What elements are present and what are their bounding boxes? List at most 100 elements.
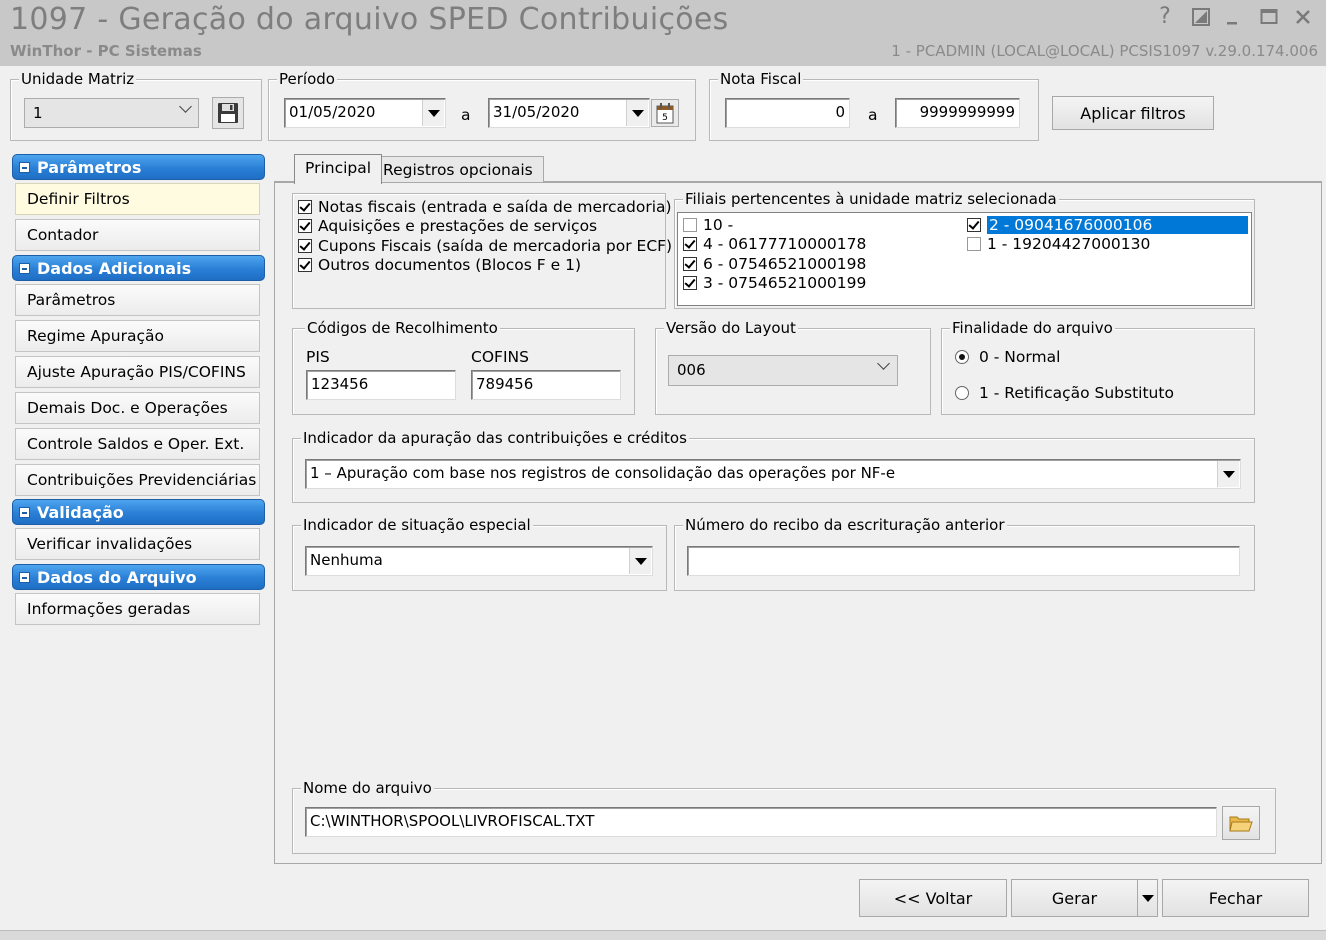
documentos-list: Notas fiscais (entrada e saída de mercad… [298, 197, 672, 275]
periodo-separator: a [461, 106, 471, 124]
indicador-apuracao-select[interactable]: 1 – Apuração com base nos registros de c… [305, 459, 1241, 489]
unidade-matriz-select[interactable]: 1 [24, 98, 199, 128]
checkbox-checked-icon[interactable] [967, 217, 981, 232]
situacao-dropdown[interactable] [629, 548, 651, 574]
versao-select[interactable]: 006 [668, 355, 898, 386]
documento-aquisicoes[interactable]: Aquisições e prestações de serviços [298, 217, 672, 237]
sidebar-header-parametros[interactable]: Parâmetros [12, 154, 265, 180]
checkbox-checked-icon[interactable] [298, 238, 312, 253]
user-info: 1 - PCADMIN (LOCAL@LOCAL) PCSIS1097 v.29… [891, 42, 1318, 60]
documento-outros[interactable]: Outros documentos (Blocos F e 1) [298, 256, 672, 276]
gerar-dropdown-button[interactable] [1137, 879, 1158, 917]
chevron-down-icon [877, 357, 890, 370]
dropdown-arrow-icon [427, 109, 440, 117]
sidebar-header-dados-arquivo[interactable]: Dados do Arquivo [12, 564, 265, 590]
sidebar-header-label: Parâmetros [37, 158, 142, 177]
checkbox-unchecked-icon[interactable] [683, 217, 697, 232]
voltar-label: << Voltar [893, 888, 973, 908]
gerar-button[interactable]: Gerar [1011, 879, 1138, 917]
calendar-button[interactable]: 5 [651, 99, 679, 127]
close-icon [1296, 10, 1310, 24]
documento-label: Notas fiscais (entrada e saída de mercad… [318, 197, 672, 216]
filial-3[interactable]: 3 - 07546521000199 [683, 274, 866, 294]
indicador-apuracao-dropdown[interactable] [1217, 461, 1239, 487]
periodo-from-dropdown[interactable] [422, 100, 444, 126]
filial-6[interactable]: 6 - 07546521000198 [683, 254, 866, 274]
sidebar-item-informacoes-geradas[interactable]: Informações geradas [15, 593, 260, 625]
checkbox-checked-icon[interactable] [298, 199, 312, 214]
sidebar-header-label: Dados Adicionais [37, 259, 192, 278]
minimize-button[interactable] [1220, 4, 1246, 30]
periodo-to-input[interactable]: 31/05/2020 [488, 98, 650, 128]
situacao-value: Nenhuma [310, 551, 383, 569]
filial-2[interactable]: 2 - 09041676000106 [967, 215, 1248, 235]
filial-label-selected: 2 - 09041676000106 [987, 215, 1248, 234]
documento-notas-fiscais[interactable]: Notas fiscais (entrada e saída de mercad… [298, 197, 672, 217]
browse-folder-button[interactable] [1222, 806, 1260, 840]
dropdown-arrow-icon [634, 557, 647, 565]
sidebar-item-parametros[interactable]: Parâmetros [15, 284, 260, 316]
sidebar-item-controle-saldos[interactable]: Controle Saldos e Oper. Ext. [15, 428, 260, 460]
pis-input[interactable]: 123456 [306, 370, 456, 400]
sidebar-item-demais-doc[interactable]: Demais Doc. e Operações [15, 392, 260, 424]
finalidade-option-label: 1 - Retificação Substituto [979, 383, 1174, 402]
filial-label: 1 - 19204427000130 [987, 235, 1151, 254]
fechar-label: Fechar [1208, 888, 1263, 908]
checkbox-checked-icon[interactable] [683, 237, 697, 252]
checkbox-unchecked-icon[interactable] [967, 237, 981, 252]
checkbox-checked-icon[interactable] [683, 256, 697, 271]
filial-4[interactable]: 4 - 06177710000178 [683, 235, 866, 255]
sidebar-item-definir-filtros[interactable]: Definir Filtros [15, 183, 260, 215]
filial-label: 3 - 07546521000199 [703, 274, 867, 293]
gerar-label: Gerar [1051, 888, 1098, 908]
filial-1[interactable]: 1 - 19204427000130 [967, 235, 1248, 255]
situacao-legend: Indicador de situação especial [301, 516, 533, 534]
voltar-button[interactable]: << Voltar [859, 879, 1007, 917]
resize-icon [1192, 8, 1210, 26]
checkbox-checked-icon[interactable] [683, 276, 697, 291]
situacao-select[interactable]: Nenhuma [305, 546, 653, 576]
sidebar-item-contribuicoes-previdenciarias[interactable]: Contribuições Previdenciárias [15, 464, 260, 496]
checkbox-checked-icon[interactable] [298, 219, 312, 234]
documento-cupons-fiscais[interactable]: Cupons Fiscais (saída de mercadoria por … [298, 236, 672, 256]
sidebar-item-ajuste-apuracao[interactable]: Ajuste Apuração PIS/COFINS [15, 356, 260, 388]
filiais-col1: 10 - 4 - 06177710000178 6 - 075465210001… [683, 215, 866, 293]
radio-unselected-icon[interactable] [955, 385, 969, 400]
periodo-from-input[interactable]: 01/05/2020 [284, 98, 446, 128]
maximize-button[interactable] [1256, 4, 1282, 30]
finalidade-option-label: 0 - Normal [979, 347, 1061, 366]
periodo-legend: Período [277, 70, 337, 88]
tab-registros-opcionais[interactable]: Registros opcionais [372, 156, 544, 184]
window-title: 1097 - Geração do arquivo SPED Contribui… [10, 2, 729, 37]
finalidade-option-normal[interactable]: 0 - Normal [955, 347, 1060, 367]
close-button[interactable] [1290, 4, 1316, 30]
checkbox-checked-icon[interactable] [298, 258, 312, 273]
aplicar-filtros-button[interactable]: Aplicar filtros [1052, 96, 1214, 130]
cofins-input[interactable]: 789456 [471, 370, 621, 400]
help-button[interactable]: ? [1152, 4, 1178, 30]
calendar-icon: 5 [656, 103, 674, 124]
finalidade-option-retificacao[interactable]: 1 - Retificação Substituto [955, 383, 1174, 403]
tab-principal[interactable]: Principal [294, 154, 383, 184]
tab-label: Principal [305, 159, 372, 177]
codigos-legend: Códigos de Recolhimento [305, 319, 500, 337]
periodo-to-dropdown[interactable] [626, 100, 648, 126]
sidebar-header-dados-adicionais[interactable]: Dados Adicionais [12, 255, 265, 281]
recibo-input[interactable] [687, 546, 1240, 576]
filial-10[interactable]: 10 - [683, 215, 866, 235]
radio-selected-icon[interactable] [955, 349, 969, 364]
versao-value: 006 [677, 361, 706, 379]
resize-button[interactable] [1188, 4, 1214, 30]
arquivo-input[interactable]: C:\WINTHOR\SPOOL\LIVROFISCAL.TXT [305, 807, 1217, 837]
app-subtitle: WinThor - PC Sistemas [10, 42, 202, 60]
nota-fiscal-from-input[interactable]: 0 [725, 98, 850, 128]
fechar-button[interactable]: Fechar [1162, 879, 1309, 917]
nota-fiscal-to-input[interactable]: 9999999999 [895, 98, 1020, 128]
sidebar-item-verificar-invalidacoes[interactable]: Verificar invalidações [15, 528, 260, 560]
sidebar-item-regime-apuracao[interactable]: Regime Apuração [15, 320, 260, 352]
sidebar-item-contador[interactable]: Contador [15, 219, 260, 251]
sidebar-header-validacao[interactable]: Validação [12, 499, 265, 525]
unidade-matriz-legend: Unidade Matriz [19, 70, 137, 88]
collapse-icon [19, 572, 30, 583]
save-button[interactable] [212, 97, 244, 129]
